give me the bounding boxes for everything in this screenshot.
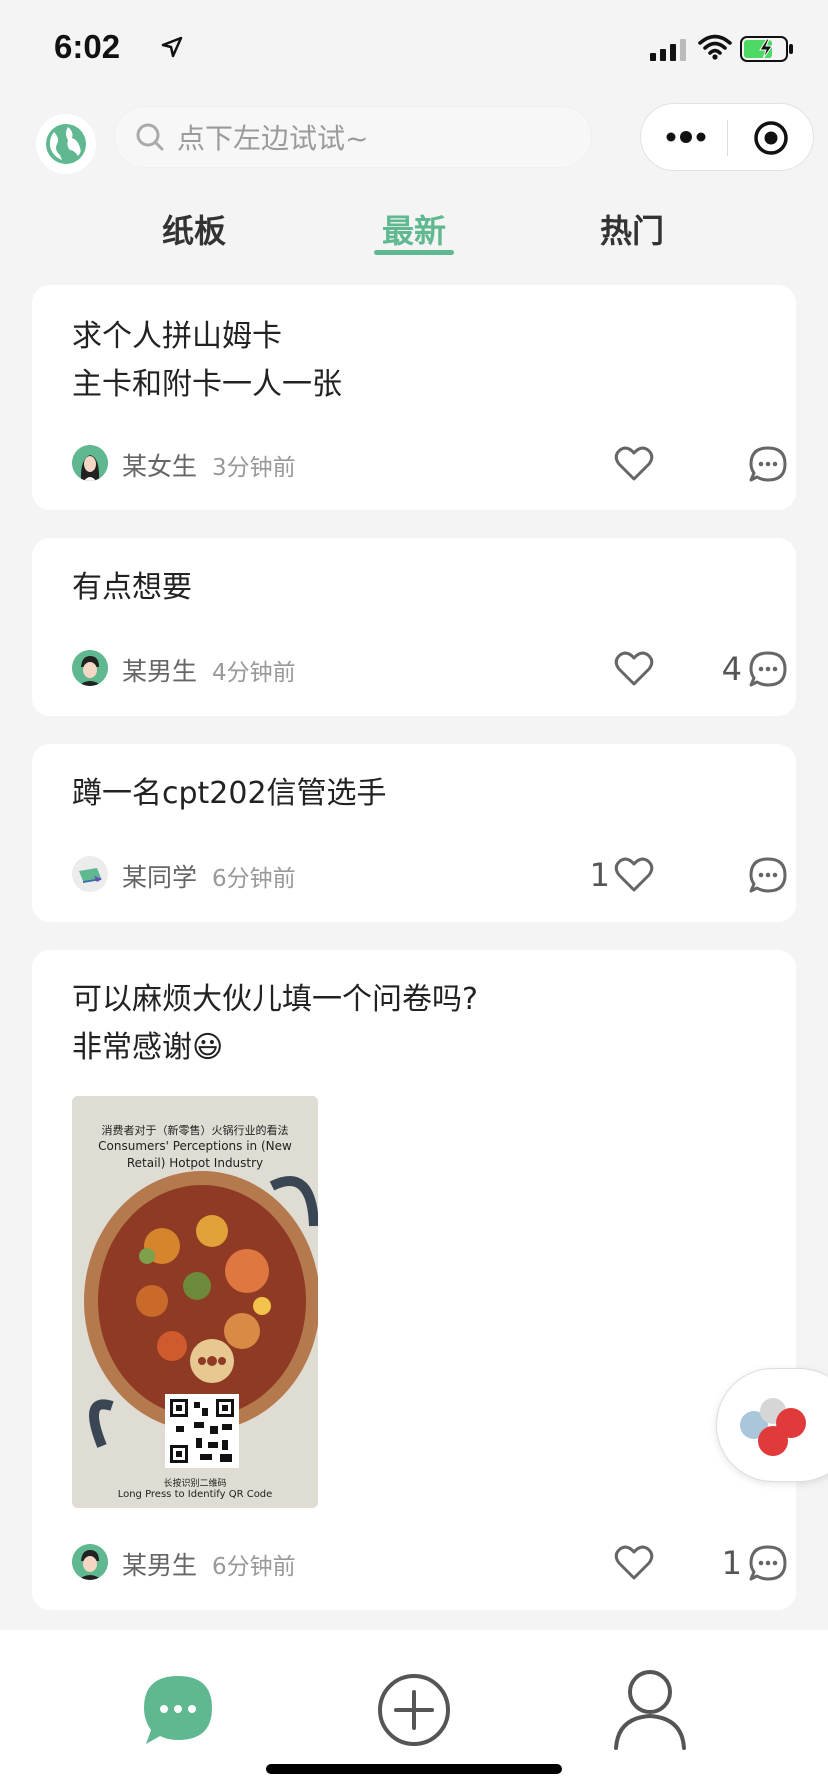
comment-bubble-icon[interactable] — [748, 445, 788, 483]
search-icon — [136, 123, 164, 151]
tab-latest[interactable]: 最新 — [354, 206, 474, 252]
post-meta: 某男生 6分钟前 1 — [72, 1544, 787, 1584]
profile-icon[interactable] — [612, 1668, 688, 1752]
post-card[interactable]: 有点想要 某男生 4分钟前 4 — [32, 538, 796, 716]
post-time: 3分钟前 — [212, 455, 296, 481]
more-dots-icon[interactable] — [665, 122, 707, 152]
comment-count: 4 — [721, 650, 742, 688]
author-name: 某同学 — [122, 863, 198, 892]
post-line: 非常感谢😃 — [72, 1030, 224, 1065]
like-count: 1 — [589, 856, 610, 894]
capsule-divider — [727, 120, 728, 156]
post-text: 可以麻烦大伙儿填一个问卷吗? 非常感谢😃 — [72, 976, 478, 1072]
avatar — [72, 856, 108, 892]
search-placeholder: 点下左边试试~ — [177, 122, 369, 155]
status-bar: 6:02 — [0, 0, 828, 100]
chat-icon[interactable] — [140, 1672, 216, 1748]
add-icon[interactable] — [376, 1672, 452, 1748]
avatar — [72, 650, 108, 686]
mini-program-capsule — [640, 103, 814, 171]
comment-bubble-icon[interactable] — [748, 856, 788, 894]
location-arrow-icon — [161, 36, 183, 58]
post-line: 可以麻烦大伙儿填一个问卷吗? — [72, 982, 478, 1017]
heart-icon[interactable] — [614, 445, 654, 483]
wifi-icon — [698, 34, 732, 60]
author-name: 某男生 — [122, 657, 198, 686]
search-input[interactable]: 点下左边试试~ — [114, 106, 592, 168]
post-line: 主卡和附卡一人一张 — [72, 367, 342, 402]
avatar — [72, 445, 108, 481]
poster-hint-cn: 长按识别二维码 — [163, 1479, 227, 1489]
nav-bar: 点下左边试试~ — [0, 100, 828, 190]
post-time: 6分钟前 — [212, 1554, 296, 1580]
post-card[interactable]: 蹲一名cpt202信管选手 某同学 6分钟前 1 — [32, 744, 796, 922]
author-name: 某女生 — [122, 452, 198, 481]
post-text: 蹲一名cpt202信管选手 — [72, 770, 387, 818]
globe-button[interactable] — [36, 114, 96, 174]
target-close-icon[interactable] — [751, 118, 791, 158]
author-name: 某男生 — [122, 1551, 198, 1580]
heart-icon[interactable] — [614, 650, 654, 688]
heart-icon[interactable] — [614, 1544, 654, 1582]
post-card[interactable]: 可以麻烦大伙儿填一个问卷吗? 非常感谢😃 消费者对于（新零售）火锅行业的看法 C… — [32, 950, 796, 1610]
tab-board[interactable]: 纸板 — [134, 206, 254, 252]
post-text: 求个人拼山姆卡 主卡和附卡一人一张 — [72, 313, 342, 409]
post-time: 4分钟前 — [212, 660, 296, 686]
heart-icon[interactable] — [614, 856, 654, 894]
globe-icon — [46, 124, 86, 164]
post-meta: 某男生 4分钟前 4 — [72, 650, 787, 690]
post-time: 6分钟前 — [212, 866, 296, 892]
tab-hot[interactable]: 热门 — [572, 206, 692, 252]
comment-bubble-icon[interactable] — [748, 1544, 788, 1582]
poster-title-en: Consumers' Perceptions in (New Retail) H… — [98, 1139, 292, 1170]
home-indicator — [266, 1764, 562, 1774]
floating-widget-button[interactable] — [716, 1368, 828, 1482]
floating-widget-icon — [740, 1398, 806, 1456]
post-image[interactable]: 消费者对于（新零售）火锅行业的看法 Consumers' Perceptions… — [72, 1096, 318, 1508]
comment-bubble-icon[interactable] — [748, 650, 788, 688]
comment-count: 1 — [721, 1544, 742, 1582]
post-line: 蹲一名cpt202信管选手 — [72, 776, 387, 811]
status-time: 6:02 — [54, 28, 121, 65]
post-card[interactable]: 求个人拼山姆卡 主卡和附卡一人一张 某女生 3分钟前 — [32, 285, 796, 510]
post-meta: 某女生 3分钟前 — [72, 445, 787, 485]
avatar — [72, 1544, 108, 1580]
post-meta: 某同学 6分钟前 1 — [72, 856, 787, 896]
post-line: 求个人拼山姆卡 — [72, 319, 282, 354]
post-text: 有点想要 — [72, 564, 192, 612]
post-line: 有点想要 — [72, 570, 192, 605]
poster-hint-en: Long Press to Identify QR Code — [117, 1489, 273, 1500]
signal-icon — [650, 39, 686, 61]
poster-title-cn: 消费者对于（新零售）火锅行业的看法 — [101, 1124, 289, 1137]
feed-tabs: 纸板 最新 热门 — [0, 196, 828, 260]
active-tab-indicator — [374, 250, 454, 255]
battery-icon — [740, 36, 793, 62]
